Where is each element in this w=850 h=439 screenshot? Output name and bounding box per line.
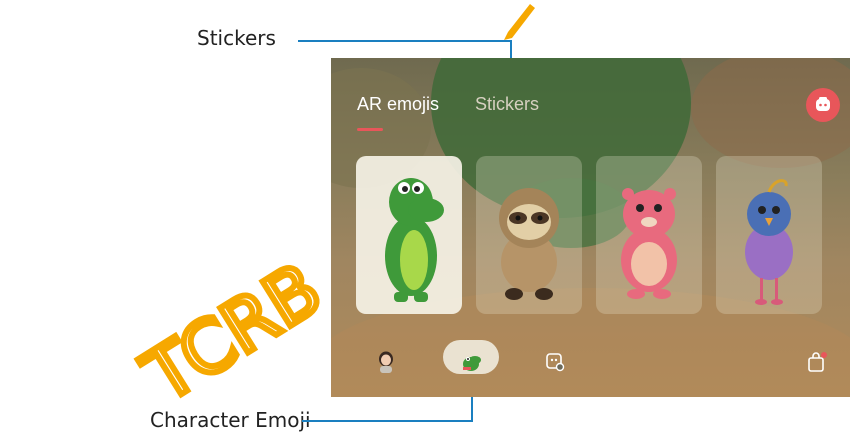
character-card-beaver[interactable] [596, 156, 702, 314]
beaver-character [621, 188, 677, 299]
tab-stickers[interactable]: Stickers [475, 94, 539, 115]
character-emoji-button[interactable] [459, 350, 483, 374]
character-card-sloth[interactable] [476, 156, 582, 314]
stickers-callout-label: Stickers [197, 26, 276, 50]
my-emoji-icon [379, 351, 393, 373]
character-emoji-callout-label: Character Emoji [150, 408, 311, 432]
shop-icon [808, 352, 827, 372]
shop-button[interactable] [805, 350, 829, 374]
tab-active-indicator [357, 128, 383, 131]
ar-emoji-screen: AR emojis Stickers [331, 58, 850, 397]
watermark-text: TCRB [129, 247, 335, 419]
stickers-callout-line-h [298, 40, 512, 42]
dinosaur-character [385, 178, 444, 302]
character-emoji-icon [463, 356, 481, 371]
avatar-face-icon [816, 97, 830, 111]
character-card-dinosaur[interactable] [356, 156, 462, 314]
sticker-camera-button[interactable] [543, 350, 567, 374]
sloth-character [499, 188, 559, 300]
create-avatar-button[interactable] [806, 88, 840, 122]
character-card-bird[interactable] [716, 156, 822, 314]
my-emoji-button[interactable] [375, 350, 397, 374]
sticker-camera-icon [546, 353, 565, 372]
bird-character [745, 179, 793, 305]
tab-ar-emojis[interactable]: AR emojis [357, 94, 439, 115]
character-emoji-callout-line-h [302, 420, 473, 422]
